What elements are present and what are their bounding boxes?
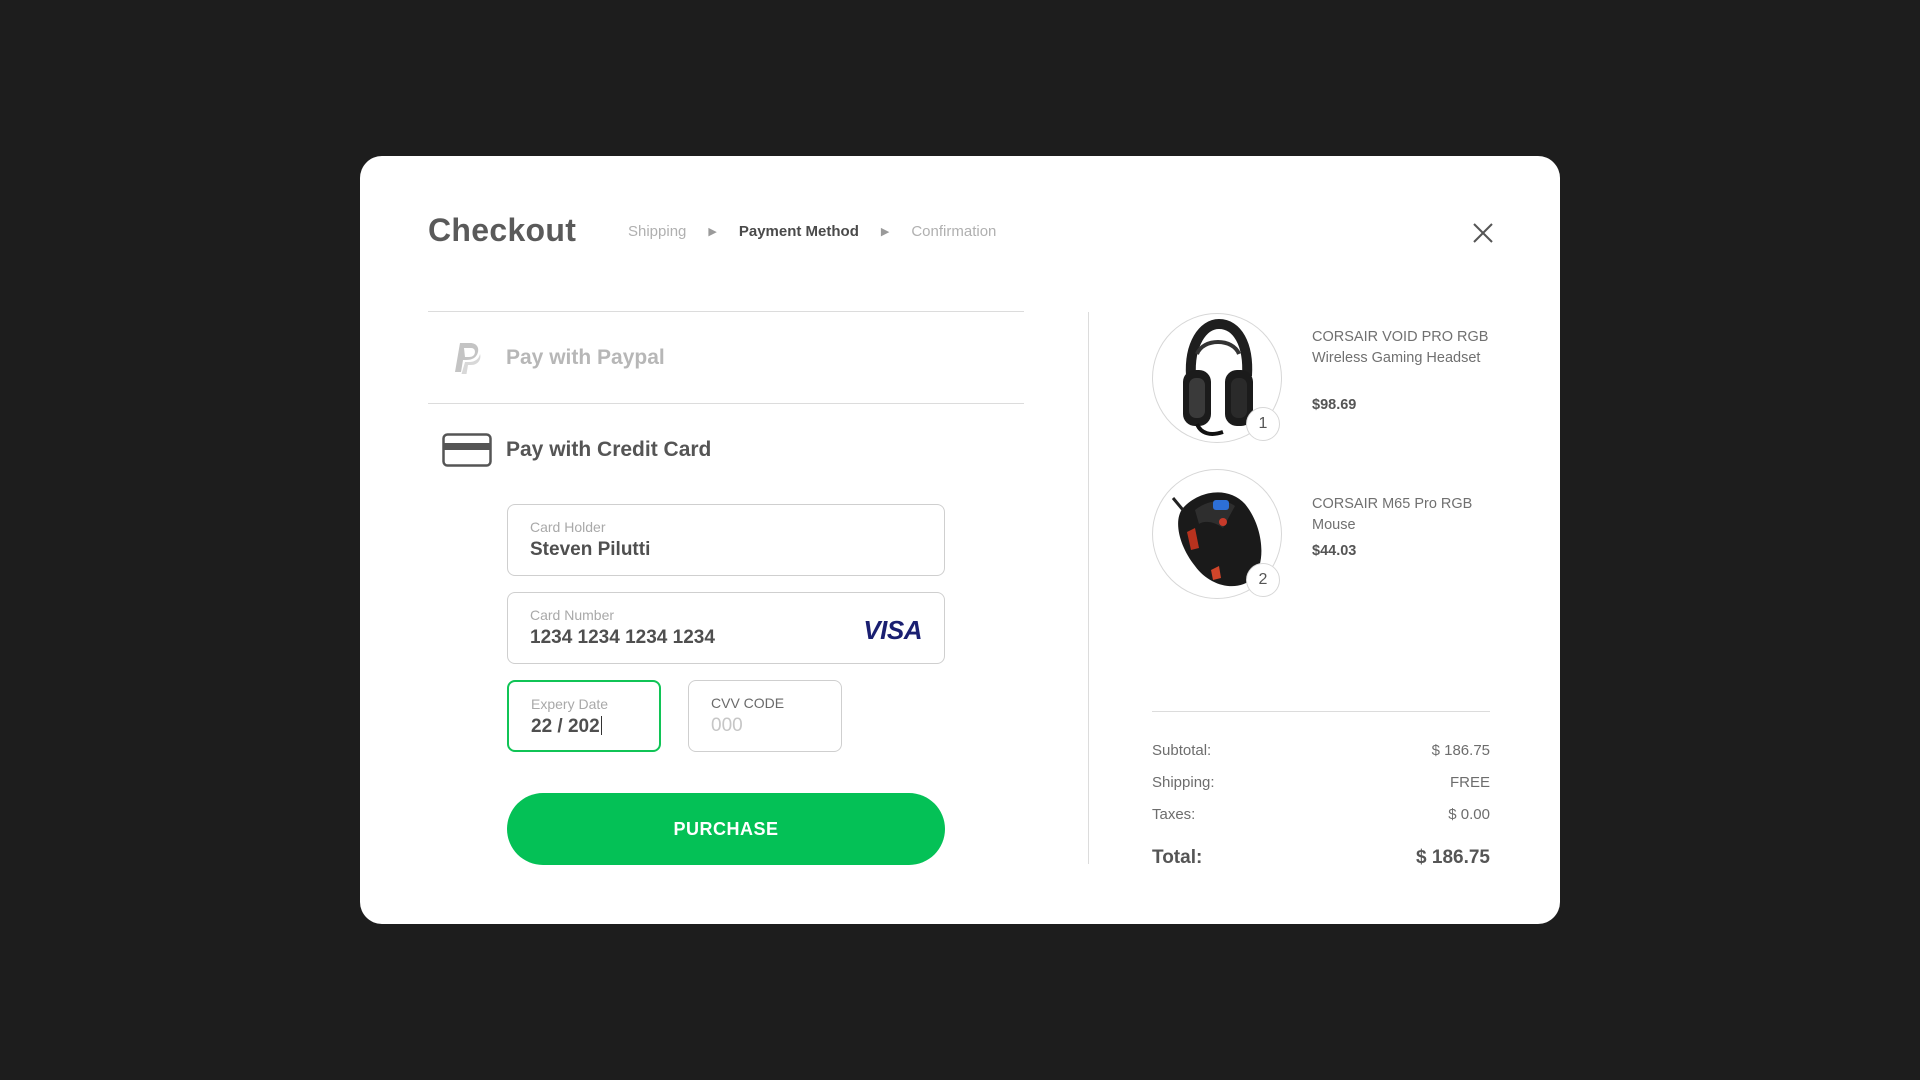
- expiry-date-label: Expery Date: [531, 696, 609, 712]
- subtotal-row: Subtotal: $ 186.75: [1152, 734, 1490, 766]
- product-price: $44.03: [1312, 543, 1357, 559]
- checkout-modal: Checkout Shipping ▶ Payment Method ▶ Con…: [360, 156, 1560, 924]
- close-button[interactable]: [1472, 222, 1494, 244]
- total-label: Total:: [1152, 847, 1203, 868]
- subtotal-value: $ 186.75: [1431, 741, 1490, 759]
- expiry-date-field[interactable]: Expery Date 22 / 202: [507, 680, 661, 752]
- payment-methods: Pay with Paypal Pay with Credit Card: [428, 311, 1024, 495]
- paypal-label: Pay with Paypal: [506, 345, 665, 369]
- subtotal-label: Subtotal:: [1152, 741, 1212, 759]
- taxes-value: $ 0.00: [1448, 805, 1490, 823]
- card-holder-label: Card Holder: [530, 519, 606, 535]
- page-title: Checkout: [428, 212, 577, 248]
- card-number-value: 1234 1234 1234 1234: [530, 627, 715, 648]
- card-holder-field[interactable]: Card Holder Steven Pilutti: [507, 504, 945, 576]
- step-shipping[interactable]: Shipping: [628, 223, 686, 240]
- product-name: CORSAIR M65 Pro RGB Mouse: [1312, 496, 1473, 533]
- credit-card-option[interactable]: Pay with Credit Card: [428, 404, 1024, 495]
- step-payment-method[interactable]: Payment Method: [739, 223, 859, 240]
- cvv-field[interactable]: CVV CODE 000: [688, 680, 842, 752]
- card-number-label: Card Number: [530, 607, 615, 623]
- purchase-button[interactable]: PURCHASE: [507, 793, 945, 865]
- cart-item: 2 CORSAIR M65 Pro RGB Mouse $44.03: [1152, 469, 1492, 601]
- shipping-row: Shipping: FREE: [1152, 766, 1490, 798]
- product-name: CORSAIR VOID PRO RGB Wireless Gaming Hea…: [1312, 329, 1489, 366]
- close-icon: [1473, 223, 1493, 243]
- cart-item: 1 CORSAIR VOID PRO RGB Wireless Gaming H…: [1152, 313, 1492, 445]
- credit-card-icon: [442, 432, 492, 467]
- column-divider: [1088, 312, 1089, 864]
- quantity-badge: 1: [1246, 407, 1280, 441]
- total-value: $ 186.75: [1416, 847, 1490, 868]
- paypal-option[interactable]: Pay with Paypal: [428, 312, 1024, 403]
- expiry-date-value: 22 / 202: [531, 716, 602, 737]
- divider: [1152, 711, 1490, 712]
- step-arrow-icon: ▶: [708, 226, 717, 238]
- total-row: Total: $ 186.75: [1152, 842, 1490, 874]
- text-caret: [600, 716, 602, 735]
- taxes-row: Taxes: $ 0.00: [1152, 798, 1490, 830]
- shipping-value: FREE: [1449, 773, 1490, 791]
- visa-icon: VISA: [863, 615, 922, 645]
- order-summary: Subtotal: $ 186.75 Shipping: FREE Taxes:…: [1152, 711, 1490, 874]
- step-confirmation[interactable]: Confirmation: [911, 223, 996, 240]
- cvv-label: CVV CODE: [711, 695, 785, 711]
- quantity-badge: 2: [1246, 563, 1280, 597]
- card-holder-value: Steven Pilutti: [530, 539, 651, 560]
- card-number-field[interactable]: Card Number 1234 1234 1234 1234 VISA: [507, 592, 945, 664]
- cvv-placeholder: 000: [711, 715, 743, 736]
- taxes-label: Taxes:: [1152, 805, 1196, 823]
- product-price: $98.69: [1312, 397, 1357, 413]
- paypal-icon: [455, 342, 481, 374]
- credit-card-label: Pay with Credit Card: [506, 437, 712, 461]
- breadcrumb: Shipping ▶ Payment Method ▶ Confirmation: [628, 223, 996, 240]
- shipping-label: Shipping:: [1152, 773, 1215, 791]
- step-arrow-icon: ▶: [880, 226, 890, 238]
